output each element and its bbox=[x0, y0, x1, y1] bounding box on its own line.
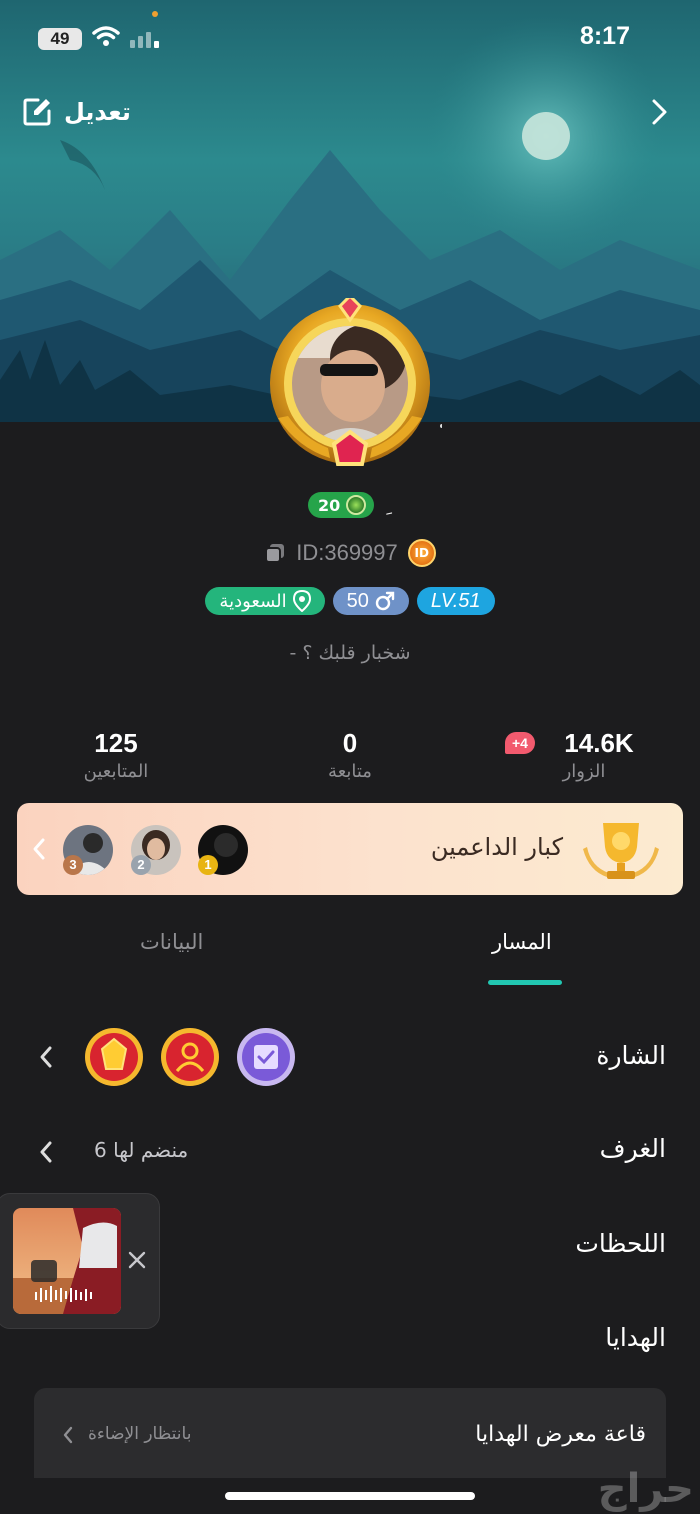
edit-icon bbox=[23, 98, 51, 126]
profile-bio: - شخبار قلبك ؟ bbox=[289, 642, 411, 664]
profile-tabs: البيانات المسار bbox=[0, 920, 700, 990]
following-label: متابعة bbox=[328, 761, 372, 782]
edit-label: تعديل bbox=[64, 98, 131, 126]
battery-icon: 49 bbox=[38, 28, 82, 50]
followers-count: 125 bbox=[94, 728, 138, 758]
rooms-title: الغرف bbox=[599, 1134, 666, 1163]
id-badge-icon: ID bbox=[407, 539, 436, 567]
gift-hall-title: قاعة معرض الهدايا bbox=[475, 1422, 646, 1447]
location-pin-icon bbox=[292, 590, 311, 612]
age-value: 50 bbox=[346, 589, 369, 612]
wifi-icon bbox=[92, 26, 120, 46]
top-supporters-title: كبار الداعمين bbox=[430, 833, 563, 861]
rank-badge-3: 3 bbox=[63, 855, 83, 875]
user-level-tag: LV.51 bbox=[416, 587, 495, 615]
rooms-row[interactable]: الغرف 6 منضم لها bbox=[0, 1124, 700, 1184]
badges-row[interactable]: الشارة bbox=[0, 1027, 700, 1087]
followers-label: المتابعين bbox=[83, 761, 149, 782]
chevron-left-icon bbox=[40, 1046, 52, 1068]
privacy-indicator-dot bbox=[152, 11, 158, 17]
mini-player-thumbnail[interactable] bbox=[13, 1208, 121, 1314]
tab-path[interactable]: المسار bbox=[492, 930, 552, 954]
moments-title: اللحظات bbox=[575, 1229, 666, 1258]
back-chevron-icon[interactable] bbox=[650, 98, 670, 126]
male-gender-icon bbox=[375, 591, 395, 611]
stats-row: 125 المتابعين 0 متابعة 14.6K الزوار bbox=[0, 728, 700, 788]
close-icon[interactable] bbox=[127, 1250, 147, 1270]
edit-profile-button[interactable]: تعديل bbox=[22, 96, 131, 128]
rank-badge-2: 2 bbox=[131, 855, 151, 875]
floating-mini-player[interactable] bbox=[0, 1193, 160, 1329]
age-tag: 50 bbox=[332, 587, 409, 615]
cellular-signal-icon bbox=[130, 32, 159, 48]
gem-badge-icon[interactable] bbox=[84, 1027, 144, 1087]
followers-stat[interactable]: 125 المتابعين bbox=[26, 728, 206, 782]
active-tab-indicator bbox=[488, 980, 562, 985]
tab-data[interactable]: البيانات bbox=[140, 930, 203, 954]
chevron-left-icon bbox=[63, 1426, 73, 1444]
following-stat[interactable]: 0 متابعة bbox=[260, 728, 440, 782]
visitors-label: الزوار bbox=[562, 761, 606, 782]
new-visitors-badge: +4 bbox=[505, 732, 535, 754]
gifts-title: الهدايا bbox=[605, 1323, 666, 1352]
rank-badge-1: 1 bbox=[198, 855, 218, 875]
country-tag: السعودية bbox=[205, 587, 325, 615]
chevron-left-icon bbox=[40, 1141, 52, 1163]
user-id-row: ID:369997 ID bbox=[0, 536, 700, 570]
status-time: 8:17 bbox=[579, 22, 630, 50]
gift-gallery-hall[interactable]: قاعة معرض الهدايا بانتظار الإضاءة bbox=[34, 1388, 666, 1478]
level-gem-icon bbox=[346, 495, 367, 515]
level-row: 20 ﹺ bbox=[0, 490, 700, 520]
gift-hall-status: بانتظار الإضاءة bbox=[88, 1424, 192, 1444]
avatar[interactable] bbox=[258, 298, 442, 480]
status-bar: 49 8:17 bbox=[0, 0, 700, 76]
home-indicator[interactable] bbox=[225, 1492, 475, 1500]
profile-tags: السعودية 50 LV.51 bbox=[0, 586, 700, 616]
badges-title: الشارة bbox=[596, 1041, 666, 1070]
trophy-icon bbox=[583, 823, 659, 879]
watermark-logo: حراج bbox=[597, 1466, 695, 1512]
checkin-badge-icon[interactable] bbox=[236, 1027, 296, 1087]
copy-icon[interactable] bbox=[264, 542, 286, 564]
country-label: السعودية bbox=[219, 590, 287, 612]
user-id: ID:369997 bbox=[296, 540, 398, 565]
level-badge-value: 20 bbox=[317, 495, 341, 515]
level-mark: ﹺ bbox=[386, 493, 393, 517]
level-badge-icon[interactable] bbox=[160, 1027, 220, 1087]
rooms-joined-count: 6 منضم لها bbox=[94, 1138, 189, 1162]
level-badge[interactable]: 20 bbox=[307, 492, 375, 518]
user-level-value: LV.51 bbox=[430, 589, 481, 612]
following-count: 0 bbox=[342, 728, 358, 758]
top-supporters-card[interactable]: 3 2 1 كبار الداعمين bbox=[17, 803, 683, 895]
chevron-left-icon bbox=[33, 838, 45, 860]
